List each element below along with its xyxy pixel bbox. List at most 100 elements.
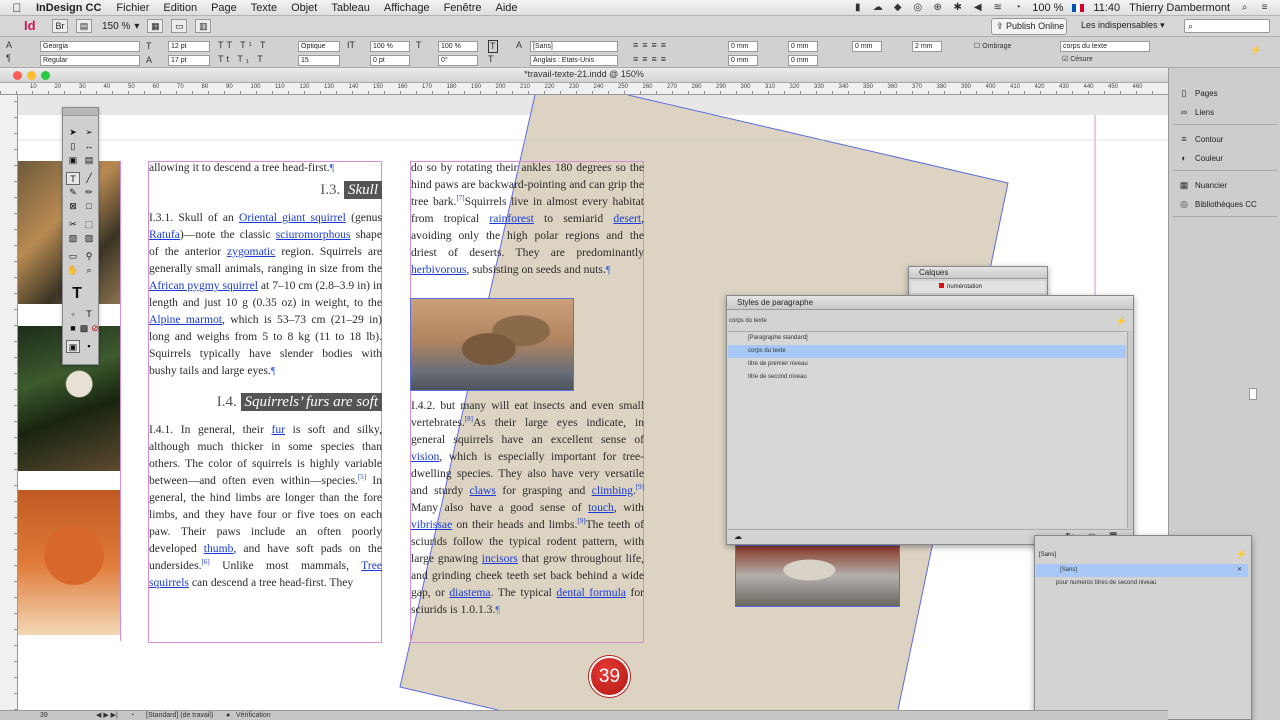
spotlight-icon[interactable]: ⌕ [1239, 2, 1250, 13]
footnote-9b[interactable]: [9] [577, 517, 585, 525]
menu-affichage[interactable]: Affichage [384, 2, 430, 14]
menu-edition[interactable]: Edition [163, 2, 197, 14]
apply-none-icon[interactable]: ⊘ [88, 322, 102, 335]
link-incisors[interactable]: incisors [482, 552, 518, 565]
formatting-text-icon[interactable]: T [82, 308, 96, 321]
dock-swatches[interactable]: ▦ Nuancier [1179, 178, 1227, 192]
note-tool-icon[interactable]: ▭ [66, 250, 80, 263]
menu-page[interactable]: Page [211, 2, 237, 14]
link-ratufa[interactable]: Ratufa [149, 228, 180, 241]
gradient-feather-tool-icon[interactable]: ▨ [82, 232, 96, 245]
dock-stroke[interactable]: ≡ Contour [1179, 132, 1223, 146]
formatting-container-icon[interactable]: ▫ [66, 308, 80, 321]
mini-bridge-icon[interactable]: ▤ [76, 19, 92, 33]
dock-color[interactable]: ◐ Couleur [1179, 151, 1223, 165]
para-mode-icon[interactable]: ¶ [6, 53, 11, 64]
link-touch[interactable]: touch [588, 501, 614, 514]
skew-input[interactable]: 0° [438, 55, 478, 66]
bluetooth-icon[interactable]: ✱ [952, 2, 963, 13]
first-line-indent-input[interactable]: 0 mm [728, 55, 758, 66]
char-style-row-sans[interactable]: [Sans] ✕ [1036, 564, 1248, 577]
french-flag-icon[interactable] [1072, 3, 1085, 12]
caps-toggle-icons[interactable]: TT T¹ T [218, 40, 269, 51]
zoom-control[interactable]: 150 % ▾ [102, 21, 139, 32]
text-column-2-lower[interactable]: I.4.2. but many will eat insects and eve… [411, 397, 644, 619]
text-fill-icon[interactable]: T [488, 40, 498, 53]
wifi-icon[interactable]: ≋ [992, 2, 1003, 13]
rectangle-frame-tool-icon[interactable]: ⊠ [66, 200, 80, 213]
style-row-titre-second[interactable]: titre de second niveau [728, 371, 1126, 384]
free-transform-tool-icon[interactable]: ⬚ [82, 218, 96, 231]
dock-scroll-thumb[interactable] [1249, 388, 1257, 400]
hand-tool-icon[interactable]: ✋ [66, 264, 80, 277]
link-fur[interactable]: fur [271, 423, 285, 436]
content-collector-icon[interactable]: ▣ [66, 154, 80, 167]
preview-mode-icon[interactable]: ▪ [82, 340, 96, 353]
status-page-field[interactable]: 39 [40, 711, 48, 720]
align-buttons-row1[interactable]: ≡≡≡≡ [633, 40, 670, 51]
link-climbing[interactable]: climbing [592, 484, 633, 497]
creative-cloud-icon[interactable]: ◎ [912, 2, 923, 13]
bridge-icon[interactable]: Br [52, 19, 68, 33]
font-style-select[interactable]: Regular [40, 55, 140, 66]
footnote-9[interactable]: [9] [636, 483, 644, 491]
char-mode-icon[interactable]: A [6, 40, 12, 51]
menu-fichier[interactable]: Fichier [116, 2, 149, 14]
drop-cap-lines-input[interactable]: 2 mm [912, 41, 942, 52]
link-desert[interactable]: desert [613, 212, 641, 225]
paragraph-styles-title[interactable]: Styles de paragraphe [727, 296, 1133, 310]
zoom-tool-icon[interactable]: ⌕ [82, 264, 96, 277]
char-quick-apply-icon[interactable]: ⚡ [1236, 549, 1247, 560]
right-indent-input[interactable]: 0 mm [788, 41, 818, 52]
hyphenation-checkbox[interactable]: ☑ Césure [1062, 54, 1093, 65]
selection-tool-icon[interactable]: ➤ [66, 126, 80, 139]
link-claws[interactable]: claws [470, 484, 496, 497]
char-style-row-numeros[interactable]: pour numeros titres de second niveau [1036, 577, 1248, 590]
cloud-icon[interactable]: ☁ [872, 2, 883, 13]
menu-fenetre[interactable]: Fenêtre [444, 2, 482, 14]
quick-apply-icon[interactable]: ⚡ [1250, 45, 1261, 56]
quick-apply-lightning-icon[interactable]: ⚡ [1116, 316, 1127, 327]
link-zygomatic[interactable]: zygomatic [227, 245, 275, 258]
text-column-2[interactable]: do so by rotating their ankles 180 degre… [411, 159, 644, 279]
style-row-standard[interactable]: [Paragraphe standard] [728, 332, 1126, 345]
arrange-documents-icon[interactable]: ▥ [195, 19, 212, 33]
pencil-tool-icon[interactable]: ✏ [82, 186, 96, 199]
link-vision[interactable]: vision [411, 450, 439, 463]
style-list-scrollbar[interactable] [1127, 331, 1133, 528]
text-stroke-icon[interactable]: T [488, 54, 494, 65]
font-size-input[interactable]: 12 pt [168, 41, 210, 52]
gradient-tool-icon[interactable]: ▧ [66, 232, 80, 245]
tracking-input[interactable]: 15 [298, 55, 340, 66]
notification-center-icon[interactable]: ≡ [1259, 2, 1270, 13]
pen-tool-icon[interactable]: ✎ [66, 186, 80, 199]
leading-input[interactable]: 17 pt [168, 55, 210, 66]
footnote-8[interactable]: [8] [465, 415, 473, 423]
inline-squirrel-photo[interactable] [410, 298, 574, 391]
dock-links[interactable]: ∞ Liens [1179, 105, 1214, 119]
dropbox-icon[interactable]: ◆ [892, 2, 903, 13]
vertical-ruler[interactable] [0, 95, 18, 710]
page-tool-icon[interactable]: ▯ [66, 140, 80, 153]
normal-view-icon[interactable]: ▣ [66, 340, 80, 353]
direct-selection-tool-icon[interactable]: ➢ [82, 126, 96, 139]
link-thumb[interactable]: thumb [204, 542, 234, 555]
font-family-select[interactable]: Georgia [40, 41, 140, 52]
baseline-shift-input[interactable]: 0 pt [370, 55, 410, 66]
status-nav-arrows[interactable]: ◀ ▶ ▶| [96, 711, 118, 720]
apple-menu-icon[interactable]:  [6, 1, 28, 15]
content-placer-icon[interactable]: ▤ [82, 154, 96, 167]
adobe-stock-search[interactable]: ⌕ [1184, 19, 1270, 33]
left-indent-input[interactable]: 0 mm [728, 41, 758, 52]
menu-aide[interactable]: Aide [496, 2, 518, 14]
fill-stroke-text-icon[interactable]: T [66, 284, 88, 304]
smallcaps-toggle-icons[interactable]: Tt T₁ T [218, 54, 266, 65]
battery-indicator-icon[interactable]: ▮ [852, 2, 863, 13]
clock-icon[interactable]: ◔ [1012, 2, 1023, 13]
language-select[interactable]: Anglais : Etats-Unis [530, 55, 618, 66]
link-herbivorous[interactable]: herbivorous [411, 263, 466, 276]
publish-online-button[interactable]: ⇪ Publish Online [991, 18, 1067, 35]
text-column-1[interactable]: allowing it to descend a tree head-first… [149, 159, 382, 591]
space-after-input[interactable]: 0 mm [788, 55, 818, 66]
link-african-pygmy-squirrel[interactable]: African pygmy squirrel [149, 279, 258, 292]
